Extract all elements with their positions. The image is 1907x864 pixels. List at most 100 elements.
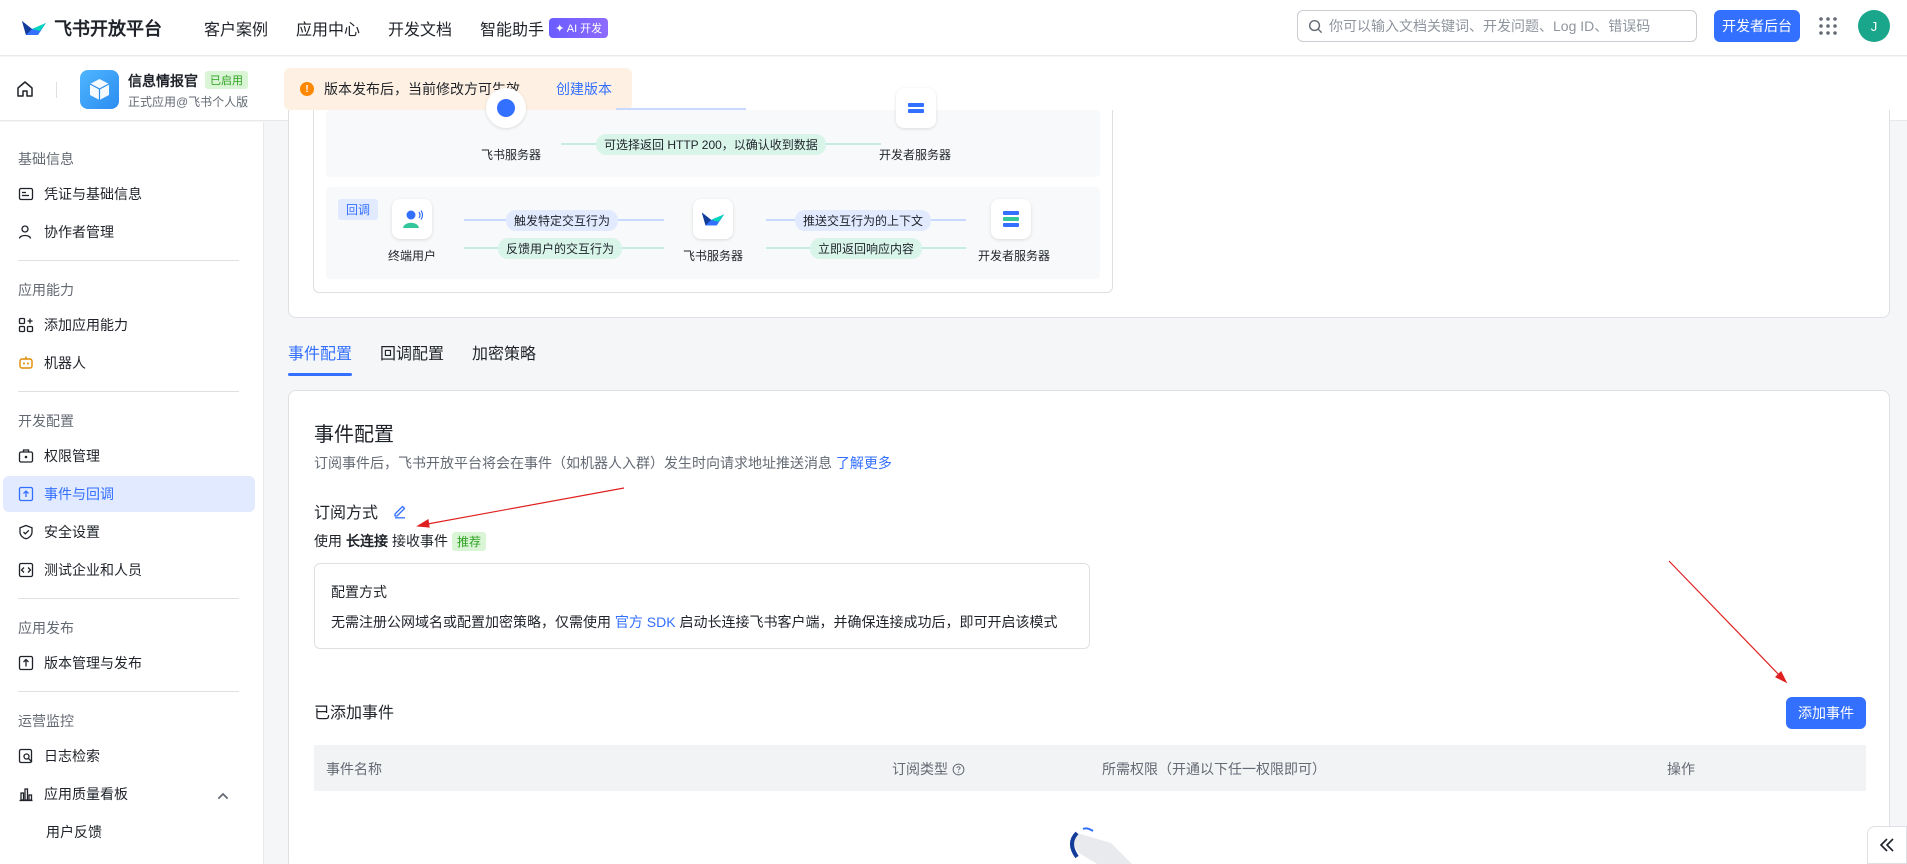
search-icon [1308,19,1323,33]
added-events-title: 已添加事件 [314,705,395,722]
shield-check-icon [19,524,33,540]
config-method-desc: 无需注册公网域名或配置加密策略，仅需使用 官方 SDK 启动长连接飞书客户端，并… [331,612,1057,632]
sidebar-divider [18,391,239,392]
sidebar-item-test-tenants[interactable]: 测试企业和人员 [3,552,255,588]
briefcase-lock-icon [18,449,34,463]
sidebar: 基础信息 凭证与基础信息 协作者管理 应用能力 添加应用能力 机器人 开发配置 … [0,122,264,864]
code-box-icon [18,562,34,578]
tab-encryption[interactable]: 加密策略 [472,340,536,376]
sidebar-item-label: 版本管理与发布 [44,655,142,671]
sidebar-group-capabilities: 应用能力 [18,282,74,298]
upload-box-icon [18,655,34,671]
sidebar-item-permissions[interactable]: 权限管理 [3,438,255,474]
node-label: 飞书服务器 [481,148,542,162]
sidebar-divider [18,691,239,692]
feishu-server-icon [486,88,526,128]
sidebar-item-collaborators[interactable]: 协作者管理 [3,214,255,250]
robot-icon [19,356,33,369]
nav-ai-assistant[interactable]: 智能助手 ✦ AI 开发 [480,16,609,40]
trigger-interaction-pill: 触发特定交互行为 [506,210,619,231]
app-cube-icon [80,70,119,109]
brand-logo[interactable]: 飞书开放平台 [20,15,162,41]
bar-chart-icon [19,788,33,802]
events-table-header: 事件名称 订阅类型 所需权限（开通以下任一权限即可） 操作 [314,745,1866,791]
sidebar-group-dev-config: 开发配置 [18,413,74,429]
feedback-interaction-pill: 反馈用户的交互行为 [498,238,623,259]
sidebar-group-monitoring: 运营监控 [18,713,74,729]
create-version-link[interactable]: 创建版本 [556,79,612,99]
app-status-badge: 已启用 [205,71,248,89]
column-event-name: 事件名称 [326,761,382,777]
home-icon[interactable] [15,79,35,99]
apps-grid-icon[interactable] [1818,16,1838,36]
sidebar-item-versions[interactable]: 版本管理与发布 [3,645,255,681]
warning-icon: ! [300,82,314,96]
app-name[interactable]: 信息情报官 [128,71,198,91]
config-desc-text: 启动长连接飞书客户端，并确保连接成功后，即可开启该模式 [679,614,1058,630]
sidebar-item-label: 日志检索 [44,748,100,764]
subscribe-method-label: 订阅方式 [314,505,379,522]
nav-customer-cases[interactable]: 客户案例 [204,16,268,40]
nav-dev-docs[interactable]: 开发文档 [388,16,452,40]
developer-console-button[interactable]: 开发者后台 [1714,10,1800,42]
sidebar-item-label: 权限管理 [44,448,100,464]
brand-name: 飞书开放平台 [54,18,162,39]
tab-event-config[interactable]: 事件配置 [288,340,353,376]
sidebar-item-label: 添加应用能力 [44,317,128,333]
sidebar-item-security[interactable]: 安全设置 [3,514,255,550]
sidebar-item-user-feedback[interactable]: 用户反馈 [3,814,255,850]
column-permissions: 所需权限（开通以下任一权限即可） [1102,761,1326,777]
user-avatar[interactable]: J [1858,10,1890,42]
description-text: 订阅事件后，飞书开放平台将会在事件（如机器人入群）发生时向请求地址推送消息 [314,455,832,471]
id-card-icon [18,187,34,201]
sidebar-group-release: 应用发布 [18,620,74,636]
recommended-badge: 推荐 [452,531,487,551]
feishu-logo-icon [22,20,46,35]
sidebar-item-credentials[interactable]: 凭证与基础信息 [3,176,255,212]
node-label: 开发者服务器 [978,249,1051,263]
learn-more-link[interactable]: 了解更多 [836,455,892,471]
sidebar-item-log-search[interactable]: 日志检索 [3,738,255,774]
event-upload-icon [18,486,34,502]
tab-callback-config[interactable]: 回调配置 [380,340,444,376]
section-description: 订阅事件后，飞书开放平台将会在事件（如机器人入群）发生时向请求地址推送消息 了解… [314,453,892,473]
sidebar-item-label: 机器人 [44,355,86,371]
edit-icon[interactable] [392,503,408,519]
sidebar-item-add-capability[interactable]: 添加应用能力 [3,307,255,343]
event-config-card: 事件配置 订阅事件后，飞书开放平台将会在事件（如机器人入群）发生时向请求地址推送… [288,390,1890,864]
sidebar-item-quality-board[interactable]: 应用质量看板 [3,776,255,812]
subscribe-mode-line: 使用 长连接 接收事件 推荐 [314,531,487,551]
callback-tag: 回调 [338,199,379,220]
ai-dev-badge: ✦ AI 开发 [549,17,609,38]
collapse-panel-button[interactable] [1867,826,1907,864]
divider [56,82,57,98]
add-event-button[interactable]: 添加事件 [1786,697,1866,729]
sidebar-item-label: 凭证与基础信息 [44,186,142,202]
app-subtitle: 正式应用@飞书个人版 [128,95,249,109]
official-sdk-link[interactable]: 官方 SDK [615,614,676,630]
user-icon [18,225,32,239]
sidebar-divider [18,260,239,261]
config-tabs: 事件配置 回调配置 加密策略 [288,340,564,376]
node-label: 飞书服务器 [683,249,744,263]
sidebar-item-bot[interactable]: 机器人 [3,345,255,381]
return-response-pill: 立即返回响应内容 [810,238,923,259]
sidebar-item-label: 协作者管理 [44,224,114,240]
search-input[interactable] [1329,18,1669,34]
help-circle-icon[interactable] [952,763,965,776]
callback-flow-row: 回调 终端用户 触发特定交互行为 反馈用户的交互行为 飞书服务器 推送交互行为的… [326,187,1100,279]
config-method-title: 配置方式 [331,584,387,600]
node-label: 开发者服务器 [879,148,952,162]
search-box[interactable] [1297,10,1697,42]
sidebar-item-label: 事件与回调 [44,486,114,502]
config-desc-text: 无需注册公网域名或配置加密策略，仅需使用 [331,614,611,630]
sidebar-item-events-callbacks[interactable]: 事件与回调 [3,476,255,512]
nav-app-center[interactable]: 应用中心 [296,16,360,40]
subscribe-method-heading: 订阅方式 [314,499,408,523]
return-http-pill: 可选择返回 HTTP 200，以确认收到数据 [596,134,826,155]
event-flow-row: 飞书服务器 可选择返回 HTTP 200，以确认收到数据 开发者服务器 [326,88,1100,177]
developer-server-icon [991,199,1031,239]
column-label: 订阅类型 [892,761,948,777]
column-actions: 操作 [1667,761,1695,777]
column-subscribe-type: 订阅类型 [892,759,965,779]
